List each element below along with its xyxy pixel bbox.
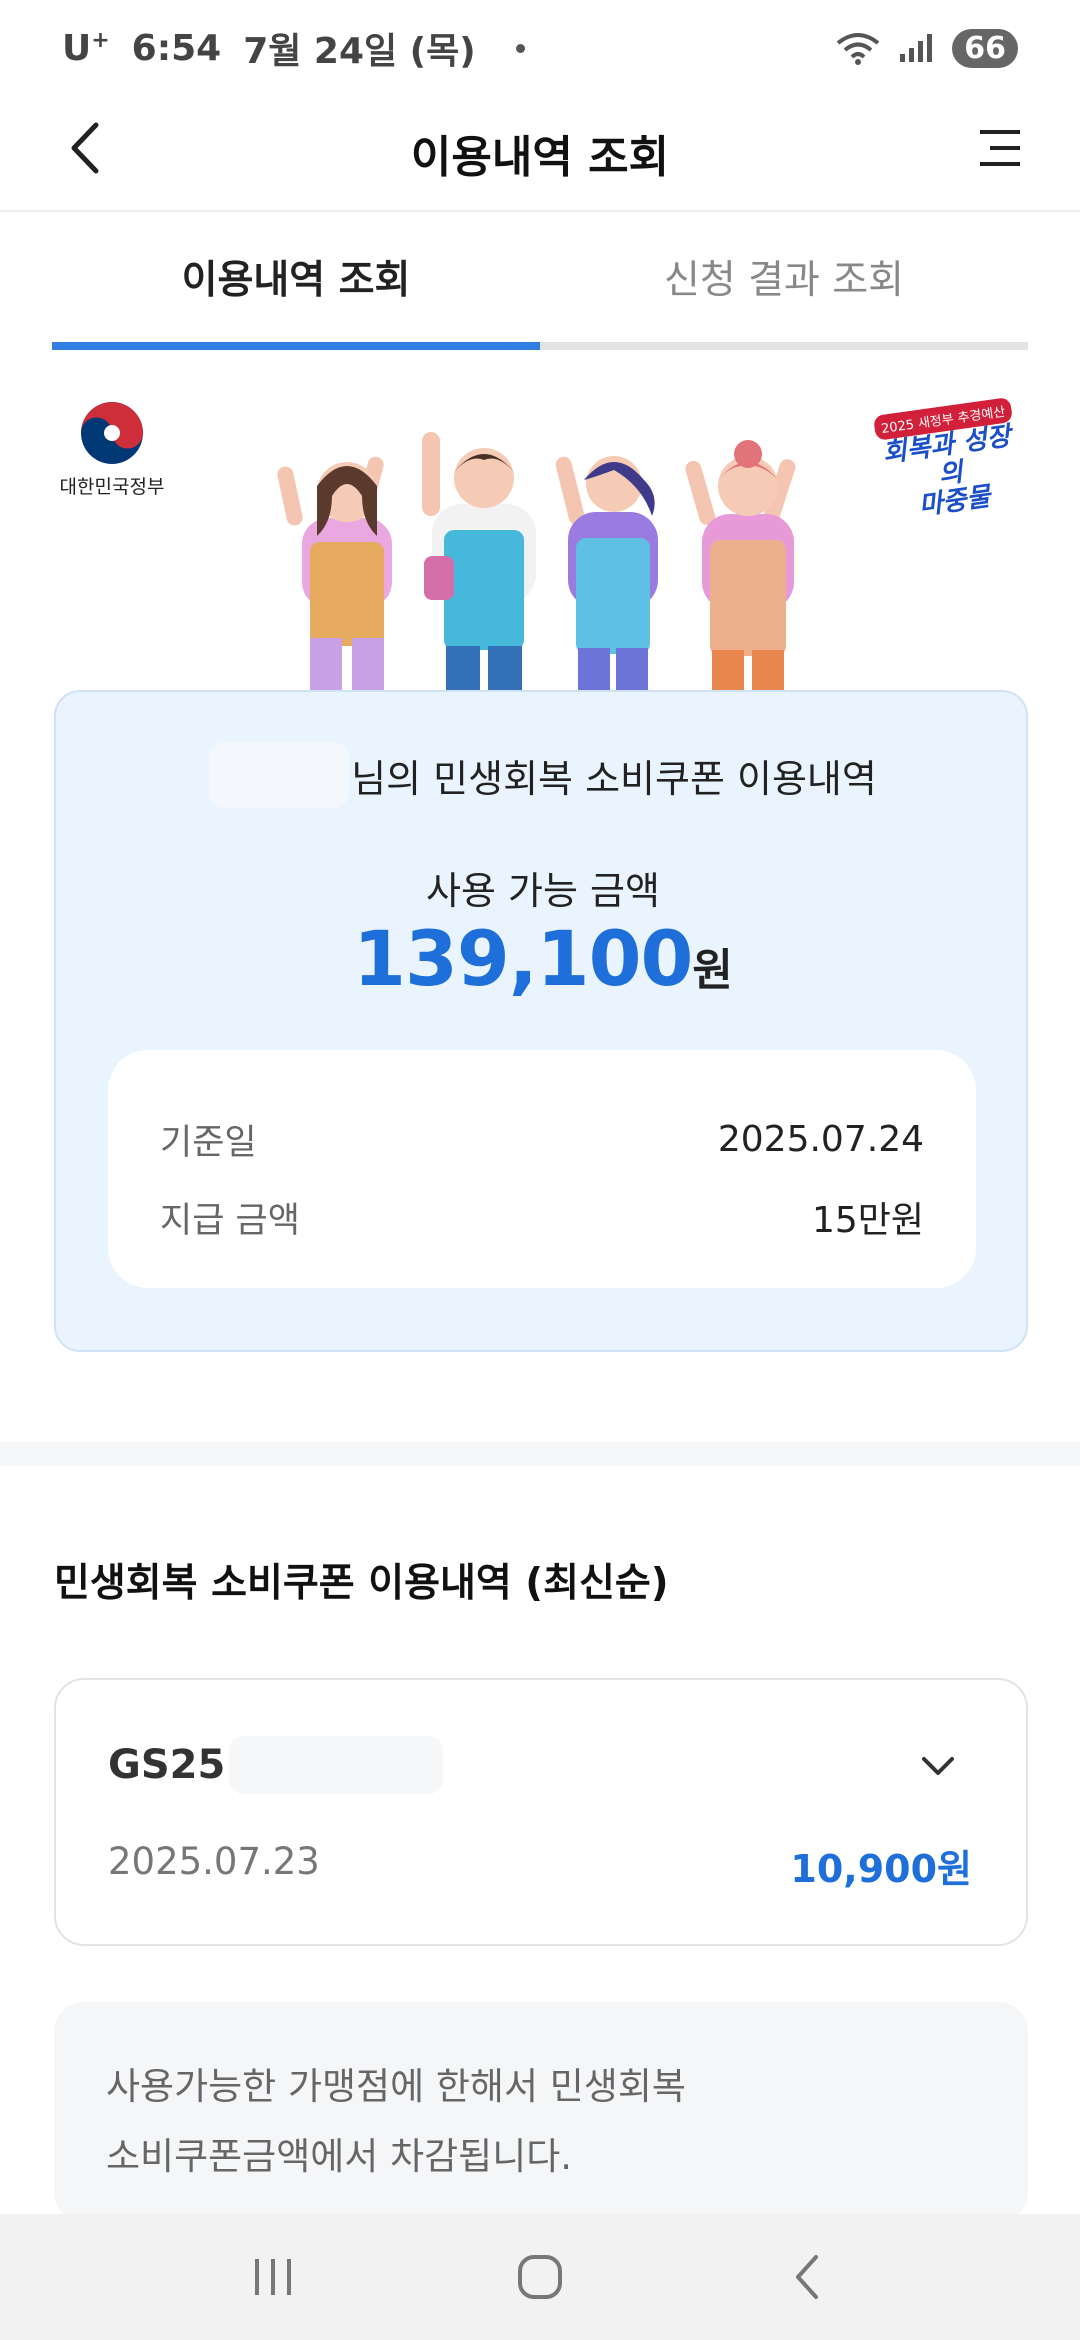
- history-list-item[interactable]: GS25 2025.07.23 10,900원: [54, 1678, 1028, 1946]
- status-time: 6:54: [131, 27, 222, 69]
- taegeuk-logo-icon: [81, 402, 143, 464]
- people-illustration: [277, 432, 796, 692]
- base-date-value: 2025.07.24: [717, 1118, 924, 1160]
- signal-icon: [900, 34, 933, 62]
- history-section-title: 민생회복 소비쿠폰 이용내역 (최신순): [54, 1561, 669, 1606]
- campaign-logo: 2025 새정부 추경예산 회복과 성장의 마중물: [867, 396, 1031, 527]
- store-name: GS25: [108, 1742, 226, 1788]
- back-button[interactable]: [56, 118, 116, 178]
- status-bar: U+ 6:54 7월 24일 (목) 66: [0, 0, 1080, 96]
- notice-line-2: 소비쿠폰금액에서 차감됩니다.: [106, 2135, 573, 2178]
- detail-box: 기준일 2025.07.24 지급 금액 15만원: [108, 1050, 976, 1288]
- tab-usage-history[interactable]: 이용내역 조회: [52, 212, 540, 350]
- battery-indicator: 66: [952, 28, 1018, 68]
- available-amount-unit: 원: [692, 945, 733, 996]
- home-icon: [517, 2255, 562, 2299]
- recent-apps-button[interactable]: [233, 2237, 313, 2317]
- history-amount: 10,900원: [790, 1847, 972, 1891]
- history-date: 2025.07.23: [108, 1840, 320, 1883]
- chevron-left-icon: [71, 122, 99, 174]
- history-store: GS25: [108, 1736, 444, 1794]
- government-logo: 대한민국정부: [52, 400, 172, 499]
- available-amount: 139,100원: [56, 914, 1030, 1003]
- usage-notice: 사용가능한 가맹점에 한해서 민생회복 소비쿠폰금액에서 차감됩니다.: [54, 2002, 1028, 2222]
- expand-button[interactable]: [908, 1736, 968, 1796]
- status-left: U+ 6:54 7월 24일 (목): [62, 22, 525, 74]
- notification-dot: [515, 43, 525, 53]
- owner-line: 님의 민생회복 소비쿠폰 이용내역: [56, 742, 1030, 808]
- home-button[interactable]: [500, 2237, 580, 2317]
- base-date-label: 기준일: [160, 1122, 257, 1163]
- detail-row-paid-amount: 지급 금액 15만원: [160, 1178, 924, 1256]
- available-amount-value: 139,100: [353, 914, 693, 1003]
- system-back-button[interactable]: [767, 2237, 847, 2317]
- page-title: 이용내역 조회: [410, 132, 670, 183]
- coupon-summary-card: 님의 민생회복 소비쿠폰 이용내역 사용 가능 금액 139,100원 기준일 …: [54, 690, 1028, 1352]
- notice-line-1: 사용가능한 가맹점에 한해서 민생회복: [106, 2065, 686, 2108]
- app-header: 이용내역 조회: [0, 96, 1080, 212]
- masked-user-name: [209, 742, 350, 808]
- carrier-label: U+: [62, 27, 110, 69]
- detail-row-base-date: 기준일 2025.07.24: [160, 1100, 924, 1178]
- wifi-icon: [837, 33, 880, 65]
- back-arrow-icon: [795, 2255, 818, 2299]
- paid-amount-value: 15만원: [811, 1200, 924, 1241]
- system-nav-bar: [0, 2214, 1080, 2340]
- section-divider: [0, 1442, 1080, 1466]
- government-label: 대한민국정부: [59, 476, 165, 498]
- available-amount-label: 사용 가능 금액: [426, 869, 660, 913]
- campaign-banner: 대한민국정부 2025 새정부 추경예산 회복과 성장의 마중물: [0, 380, 1080, 692]
- owner-suffix: 님의 민생회복 소비쿠폰 이용내역: [351, 756, 877, 801]
- paid-amount-label: 지급 금액: [160, 1200, 300, 1241]
- status-date: 7월 24일 (목): [243, 31, 476, 72]
- tab-bar: 이용내역 조회 신청 결과 조회: [52, 212, 1028, 350]
- chevron-down-icon: [922, 1757, 954, 1775]
- masked-store-branch: [229, 1736, 444, 1794]
- tab-application-result[interactable]: 신청 결과 조회: [540, 212, 1028, 350]
- menu-icon: [980, 130, 1020, 166]
- menu-button[interactable]: [970, 118, 1030, 178]
- recent-apps-icon: [255, 2259, 292, 2295]
- status-right: 66: [836, 28, 1018, 68]
